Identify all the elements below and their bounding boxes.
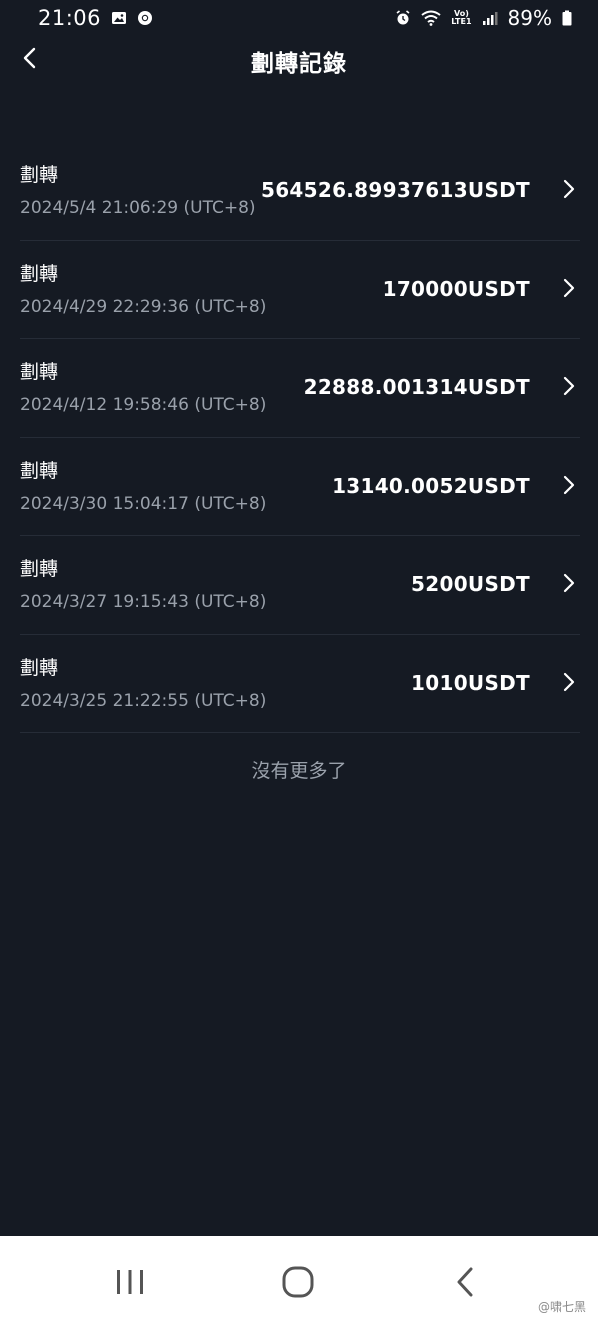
signal-icon bbox=[482, 10, 498, 26]
record-row[interactable]: 劃轉 2024/5/4 21:06:29 (UTC+8) 564526.8993… bbox=[20, 142, 580, 241]
back-arrow-icon bbox=[454, 1264, 476, 1300]
record-type: 劃轉 bbox=[20, 558, 59, 580]
record-time: 2024/3/25 21:22:55 (UTC+8) bbox=[20, 690, 267, 711]
record-row[interactable]: 劃轉 2024/3/25 21:22:55 (UTC+8) 1010USDT bbox=[20, 635, 580, 733]
record-amount: 170000USDT bbox=[382, 276, 530, 301]
record-time: 2024/4/12 19:58:46 (UTC+8) bbox=[20, 395, 267, 415]
chrome-icon bbox=[137, 10, 153, 26]
chevron-right-icon bbox=[562, 672, 576, 692]
record-row[interactable]: 劃轉 2024/4/12 19:58:46 (UTC+8) 22888.0013… bbox=[20, 339, 580, 438]
recents-button[interactable] bbox=[114, 1264, 146, 1300]
record-type: 劃轉 bbox=[20, 656, 59, 679]
list-end-text: 沒有更多了 bbox=[251, 760, 347, 782]
chevron-right-icon bbox=[562, 573, 576, 593]
status-time: 21:06 bbox=[38, 6, 102, 30]
record-time: 2024/3/30 15:04:17 (UTC+8) bbox=[20, 493, 267, 514]
record-row[interactable]: 劃轉 2024/3/27 19:15:43 (UTC+8) 5200USDT bbox=[20, 536, 580, 635]
status-left: 21:06 bbox=[38, 6, 153, 30]
app-header: 劃轉記錄 bbox=[0, 36, 598, 88]
system-back-button[interactable] bbox=[454, 1264, 476, 1300]
record-amount: 22888.001314USDT bbox=[303, 375, 530, 399]
alarm-icon bbox=[395, 10, 411, 26]
record-type: 劃轉 bbox=[20, 262, 59, 285]
lte-label: LTE1 bbox=[451, 17, 472, 26]
record-amount: 5200USDT bbox=[411, 572, 530, 596]
chevron-right-icon bbox=[562, 179, 576, 199]
wifi-icon bbox=[421, 10, 441, 26]
record-time: 2024/4/29 22:29:36 (UTC+8) bbox=[20, 296, 267, 317]
battery-icon bbox=[562, 10, 572, 26]
home-button[interactable] bbox=[281, 1264, 315, 1300]
chevron-right-icon bbox=[562, 376, 576, 396]
record-type: 劃轉 bbox=[20, 459, 59, 482]
record-amount: 1010USDT bbox=[411, 670, 530, 695]
record-amount: 564526.89937613USDT bbox=[260, 178, 530, 202]
home-icon bbox=[281, 1264, 315, 1300]
status-bar: 21:06 Vo) LTE1 89% bbox=[0, 0, 598, 36]
record-amount: 13140.0052USDT bbox=[332, 473, 530, 498]
system-nav-bar: @啸七黑 bbox=[0, 1236, 598, 1328]
screen: 21:06 Vo) LTE1 89% 劃轉記錄 劃轉 2024/5/4 21:0… bbox=[0, 0, 598, 1328]
record-row[interactable]: 劃轉 2024/4/29 22:29:36 (UTC+8) 170000USDT bbox=[20, 241, 580, 339]
record-row[interactable]: 劃轉 2024/3/30 15:04:17 (UTC+8) 13140.0052… bbox=[20, 438, 580, 536]
record-type: 劃轉 bbox=[20, 361, 59, 383]
watermark-text: @啸七黑 bbox=[537, 1300, 586, 1314]
page-title: 劃轉記錄 bbox=[251, 51, 347, 77]
transfer-record-list: 劃轉 2024/5/4 21:06:29 (UTC+8) 564526.8993… bbox=[20, 142, 580, 733]
chevron-right-icon bbox=[562, 475, 576, 495]
record-time: 2024/3/27 19:15:43 (UTC+8) bbox=[20, 592, 267, 612]
status-right: Vo) LTE1 89% bbox=[395, 6, 572, 30]
recents-icon bbox=[114, 1264, 146, 1300]
record-time: 2024/5/4 21:06:29 (UTC+8) bbox=[20, 198, 256, 218]
gallery-icon bbox=[111, 10, 127, 26]
battery-percent: 89% bbox=[507, 6, 552, 30]
volte-indicator: Vo) LTE1 bbox=[451, 10, 471, 26]
chevron-right-icon bbox=[562, 278, 576, 298]
record-type: 劃轉 bbox=[20, 164, 59, 186]
